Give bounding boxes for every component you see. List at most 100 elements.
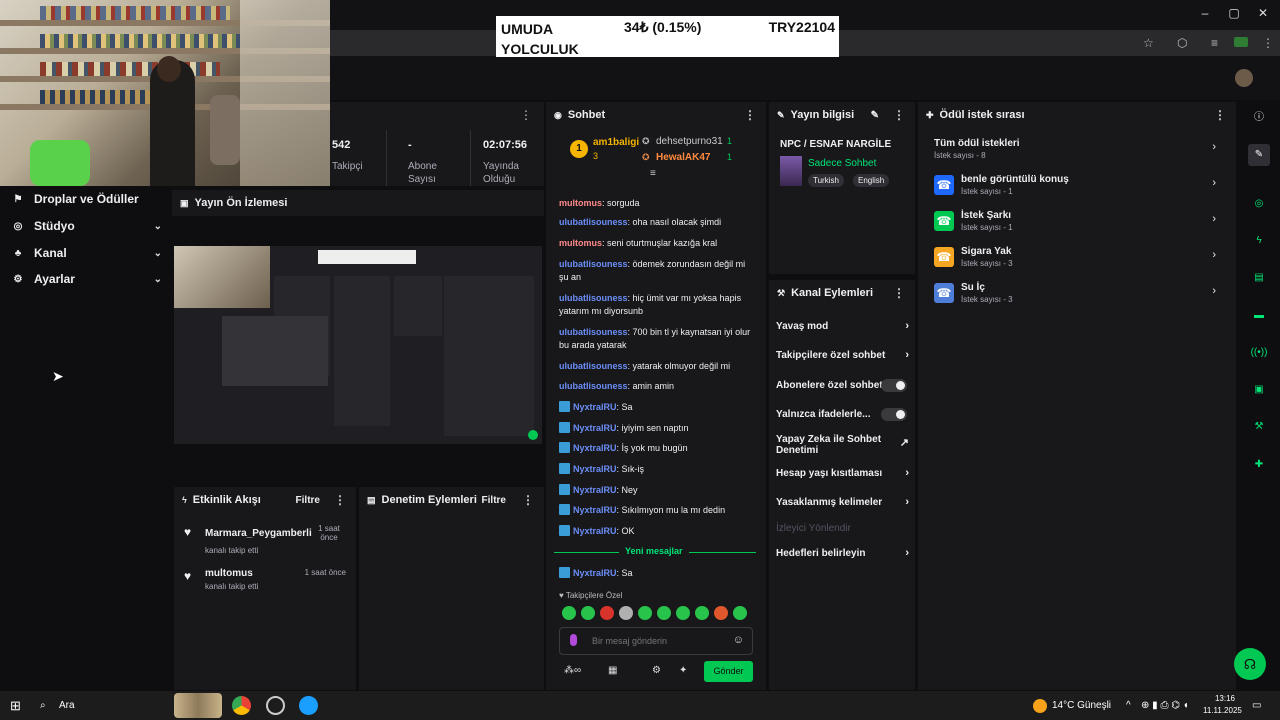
clipboard-icon[interactable]: ▤: [1248, 267, 1270, 289]
windows-start-icon[interactable]: ⊞: [10, 691, 21, 720]
tag-chip[interactable]: English: [853, 174, 890, 187]
more-icon[interactable]: ⋮: [744, 108, 756, 122]
chat-title: Sohbet: [567, 109, 606, 121]
set-goals-action[interactable]: Hedefleri belirleyin ›: [776, 548, 909, 560]
emote-icon[interactable]: [714, 606, 728, 620]
chat-input-box[interactable]: ☺: [559, 627, 753, 655]
more-icon[interactable]: ⋮: [1262, 36, 1274, 50]
followers-chat-action[interactable]: Takipçilere özel sohbet ›: [776, 350, 909, 362]
tag-chip[interactable]: Turkish: [808, 174, 844, 187]
task-view-thumbnail[interactable]: [174, 693, 222, 718]
pencil-icon[interactable]: ✎: [871, 110, 879, 121]
info-icon[interactable]: ⓘ: [1248, 107, 1270, 129]
more-icon[interactable]: ⋮: [893, 286, 905, 300]
nav-settings[interactable]: ⚙ Ayarlar ⌄: [12, 268, 162, 290]
send-button[interactable]: Gönder: [704, 661, 753, 682]
puzzle-icon[interactable]: ✚: [1248, 454, 1270, 476]
search-icon[interactable]: ⌕: [40, 691, 46, 720]
more-icon[interactable]: ⋮: [893, 108, 905, 122]
subs-chat-action[interactable]: Abonelere özel sohbet: [776, 379, 909, 392]
leader-name[interactable]: HewalAK47: [656, 152, 710, 163]
category-link[interactable]: Sadece Sohbet: [808, 158, 876, 169]
emote-icon[interactable]: [619, 606, 633, 620]
emote-icon[interactable]: [695, 606, 709, 620]
more-icon[interactable]: ⋮: [1214, 108, 1226, 122]
clock-date[interactable]: 11.11.2025: [1203, 706, 1242, 715]
broadcast-icon[interactable]: ((•)): [1248, 342, 1270, 364]
banned-words-action[interactable]: Yasaklanmış kelimeler ›: [776, 497, 909, 509]
reward-row[interactable]: ☎ Sigara Yak İstek sayısı - 3 ›: [932, 244, 1222, 276]
tray-chevron-icon[interactable]: ^: [1126, 691, 1131, 720]
focus-icon[interactable]: ◎: [1248, 193, 1270, 215]
more-icon[interactable]: ⋮: [334, 493, 346, 507]
steam-icon[interactable]: [299, 696, 318, 715]
event-time: 1 saat önce: [304, 568, 346, 577]
toggle-switch[interactable]: [881, 379, 907, 392]
help-button[interactable]: ☊: [1234, 648, 1266, 680]
reward-row[interactable]: ☎ benle görüntülü konuş İstek sayısı - 1…: [932, 172, 1222, 204]
all-rewards-row[interactable]: Tüm ödül istekleri İstek sayısı - 8 ›: [932, 136, 1222, 168]
taskbar-search[interactable]: Ara: [59, 691, 75, 720]
reward-row[interactable]: ☎ Su İç İstek sayısı - 3 ›: [932, 280, 1222, 312]
store-icon[interactable]: ▦: [608, 665, 617, 676]
close-icon[interactable]: ✕: [1256, 6, 1270, 20]
filter-button[interactable]: Filtre: [296, 495, 320, 506]
filter-button[interactable]: Filtre: [482, 495, 506, 506]
toggle-switch[interactable]: [881, 408, 907, 421]
preview-video[interactable]: [174, 246, 542, 444]
ai-moderation-action[interactable]: Yapay Zeka ile Sohbet Denetimi ↗: [776, 434, 909, 456]
expand-icon[interactable]: ≡: [650, 168, 656, 179]
video-icon[interactable]: ▣: [1248, 379, 1270, 401]
more-icon[interactable]: ⋮: [520, 108, 532, 122]
tray-icons[interactable]: ⊕ ▮ ⎙ ⌬ ◖: [1141, 691, 1189, 720]
bolt-icon: ϟ: [182, 495, 187, 505]
emote-icon[interactable]: [581, 606, 595, 620]
minimize-icon[interactable]: –: [1198, 6, 1212, 20]
event-user[interactable]: Marmara_Peygamberli: [205, 528, 312, 539]
nav-drops-rewards[interactable]: ⚑ Droplar ve Ödüller: [12, 188, 162, 210]
studio-icon: ◎: [13, 220, 23, 232]
emote-only-action[interactable]: Yalnızca ifadelerle...: [776, 408, 909, 421]
emote-icon[interactable]: [638, 606, 652, 620]
account-age-action[interactable]: Hesap yaşı kısıtlaması ›: [776, 468, 909, 480]
slow-mode-action[interactable]: Yavaş mod ›: [776, 321, 909, 333]
leader-medal-icon: ✪: [642, 136, 650, 146]
profile-icon[interactable]: [1234, 37, 1248, 47]
avatar[interactable]: [1235, 69, 1253, 87]
clock-time[interactable]: 13:16: [1212, 694, 1238, 703]
mic-icon[interactable]: [570, 634, 577, 646]
pencil-icon[interactable]: ✎: [1248, 144, 1270, 166]
extensions-icon[interactable]: ⬡: [1177, 36, 1187, 50]
menu-list-icon[interactable]: ≡: [1211, 36, 1218, 50]
star-icon[interactable]: ☆: [1143, 36, 1154, 50]
emoji-icon[interactable]: ☺: [733, 634, 744, 646]
puzzle-icon[interactable]: ✦: [679, 665, 687, 676]
obs-icon[interactable]: [266, 696, 285, 715]
emote-icon[interactable]: [733, 606, 747, 620]
emote-icon[interactable]: [657, 606, 671, 620]
leader-name[interactable]: dehsetpurno31: [656, 136, 723, 147]
emote-icon[interactable]: [562, 606, 576, 620]
reward-row[interactable]: ☎ İstek Şarkı İstek sayısı - 1 ›: [932, 208, 1222, 240]
nav-studio[interactable]: ◎ Stüdyo ⌄: [12, 215, 162, 237]
emote-icon[interactable]: [600, 606, 614, 620]
chat-input[interactable]: [592, 633, 722, 649]
leader-name[interactable]: am1baligi: [593, 137, 639, 148]
windows-taskbar: ⊞ ⌕ Ara 14°C Güneşli ^ ⊕ ▮ ⎙ ⌬ ◖ 13:16 1…: [0, 691, 1280, 720]
weather-text[interactable]: 14°C Güneşli: [1052, 691, 1111, 720]
nav-channel[interactable]: ♣ Kanal ⌄: [12, 242, 162, 264]
event-user[interactable]: multomus: [205, 568, 253, 579]
bolt-icon[interactable]: ϟ: [1248, 230, 1270, 252]
infinity-icon[interactable]: ⁂∞: [564, 665, 581, 676]
maximize-icon[interactable]: ▢: [1227, 6, 1241, 20]
chrome-icon[interactable]: [232, 696, 251, 715]
notification-icon[interactable]: ▭: [1252, 691, 1261, 720]
emote-icon[interactable]: [676, 606, 690, 620]
chat-message: ulubatlisouness: ödemek zorundasın değil…: [559, 259, 746, 282]
gear-icon[interactable]: ⚙: [652, 665, 661, 676]
chat-icon[interactable]: ▬: [1248, 305, 1270, 327]
chevron-right-icon: ›: [1212, 249, 1216, 261]
category-thumbnail[interactable]: [780, 156, 802, 186]
more-icon[interactable]: ⋮: [522, 493, 534, 507]
wrench-icon[interactable]: ⚒: [1248, 416, 1270, 438]
